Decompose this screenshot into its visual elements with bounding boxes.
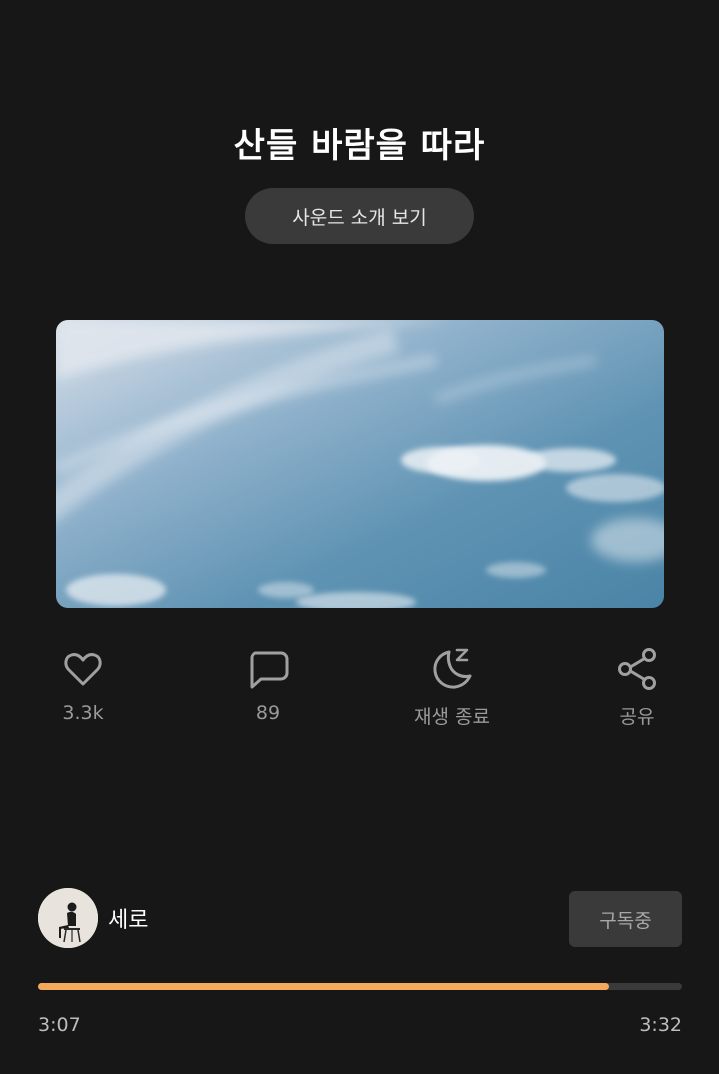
sky-clouds-image <box>56 320 664 608</box>
total-time: 3:32 <box>639 1014 682 1036</box>
sleep-timer-button[interactable]: 재생 종료 <box>387 646 517 729</box>
sleep-timer-label: 재생 종료 <box>414 706 490 728</box>
like-button[interactable]: 3.3k <box>18 646 148 724</box>
creator-name[interactable]: 세로 <box>108 902 148 934</box>
progress-bar[interactable] <box>38 983 682 990</box>
sound-title: 산들 바람을 따라 <box>233 126 486 166</box>
share-label: 공유 <box>619 706 655 728</box>
creator-avatar[interactable] <box>38 888 98 948</box>
comment-icon <box>250 651 289 689</box>
share-icon <box>618 648 656 690</box>
action-bar: 3.3k 89 재생 종료 공유 <box>0 646 719 736</box>
comment-count: 89 <box>255 702 281 724</box>
person-sitting-icon <box>38 888 98 948</box>
subscribe-button[interactable]: 구독중 <box>569 891 682 947</box>
elapsed-time: 3:07 <box>38 1014 81 1036</box>
comment-button[interactable]: 89 <box>203 646 333 724</box>
view-sound-intro-button[interactable]: 사운드 소개 보기 <box>245 188 474 244</box>
heart-icon <box>64 653 102 686</box>
like-count: 3.3k <box>62 702 104 724</box>
share-button[interactable]: 공유 <box>572 646 702 729</box>
moon-sleep-icon <box>433 648 472 689</box>
progress-fill <box>38 983 610 990</box>
cover-image <box>56 320 664 608</box>
creator-info: 세로 <box>38 888 148 948</box>
